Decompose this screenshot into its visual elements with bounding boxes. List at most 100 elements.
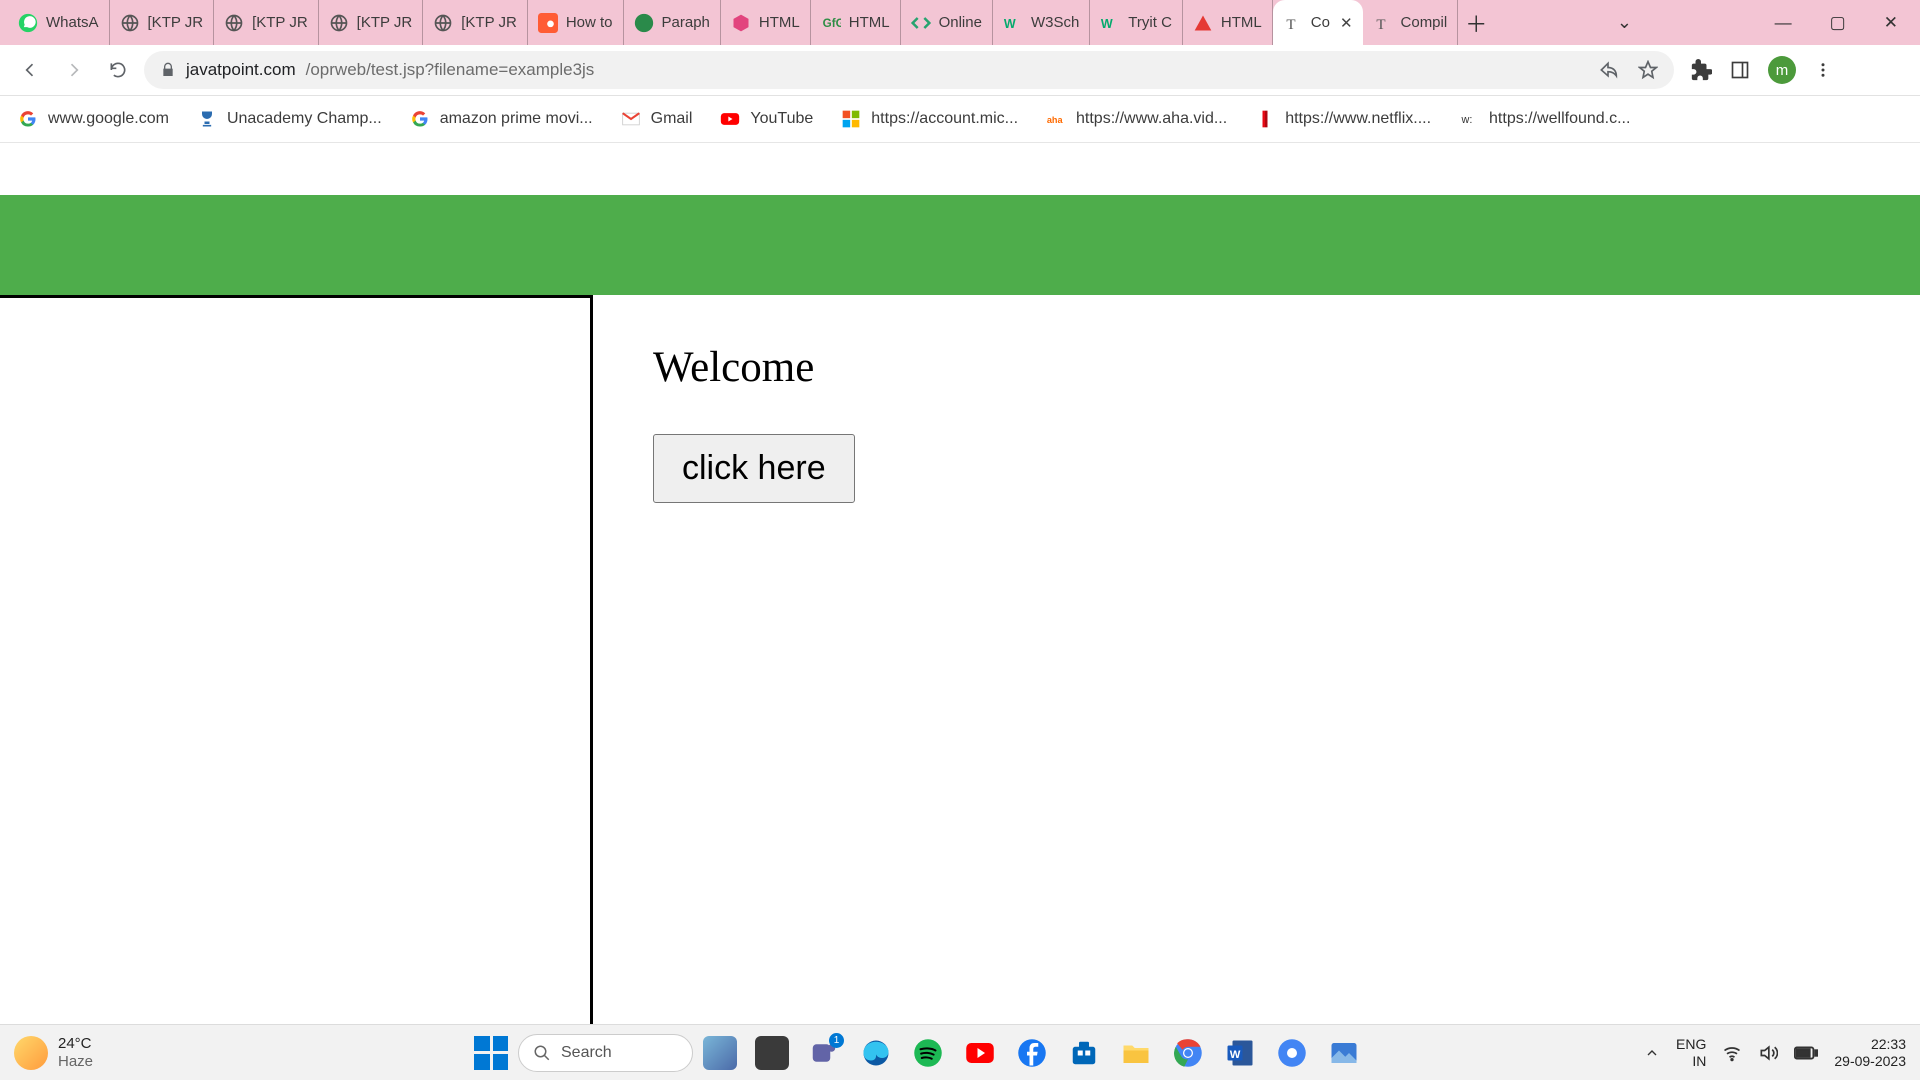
tab-title: Paraph [662, 14, 710, 31]
bookmark-label: https://www.netflix.... [1285, 110, 1431, 128]
tab[interactable]: WW3Sch [993, 0, 1090, 45]
url-domain: javatpoint.com [186, 60, 296, 80]
tab[interactable]: [KTP JR [423, 0, 528, 45]
weather-widget[interactable]: 24°C Haze [14, 1035, 214, 1070]
tab-title: WhatsA [46, 14, 99, 31]
tab[interactable]: Paraph [624, 0, 721, 45]
tray-chevron-icon[interactable] [1644, 1045, 1660, 1061]
bookmark-item[interactable]: amazon prime movi... [410, 109, 593, 129]
click-here-button[interactable]: click here [653, 434, 855, 503]
omnibox[interactable]: javatpoint.com/oprweb/test.jsp?filename=… [144, 51, 1674, 89]
taskbar-facebook-icon[interactable] [1015, 1036, 1049, 1070]
tab[interactable]: HTML [1183, 0, 1273, 45]
tray-volume-icon[interactable] [1758, 1043, 1778, 1063]
taskbar-spotify-icon[interactable] [911, 1036, 945, 1070]
bookmark-label: Unacademy Champ... [227, 110, 382, 128]
tab-title: [KTP JR [252, 14, 308, 31]
svg-text:aha: aha [1047, 115, 1064, 125]
bookmark-item[interactable]: https://www.netflix.... [1255, 109, 1431, 129]
tab[interactable]: Online [901, 0, 993, 45]
tab-favicon: T [1373, 13, 1393, 33]
bookmark-star-icon[interactable] [1638, 60, 1658, 80]
tab-dropdown-icon[interactable]: ⌄ [1617, 0, 1632, 45]
tabstrip: WhatsA[KTP JR[KTP JR[KTP JR[KTP JRHow to… [0, 0, 1920, 45]
share-icon[interactable] [1598, 60, 1618, 80]
taskbar-taskview-icon[interactable] [755, 1036, 789, 1070]
weather-icon [14, 1036, 48, 1070]
close-tab-icon[interactable]: ✕ [1340, 14, 1353, 32]
tab[interactable]: HTML [721, 0, 811, 45]
maximize-icon[interactable]: ▢ [1830, 13, 1846, 33]
bookmark-favicon [197, 109, 217, 129]
bookmark-favicon [621, 109, 641, 129]
kebab-menu-icon[interactable] [1814, 61, 1832, 79]
bookmark-item[interactable]: Gmail [621, 109, 693, 129]
tab-favicon: GfG [821, 13, 841, 33]
lock-icon [160, 62, 176, 78]
tab[interactable]: [KTP JR [214, 0, 319, 45]
tab[interactable]: [KTP JR [319, 0, 424, 45]
taskbar-word-icon[interactable]: W [1223, 1036, 1257, 1070]
sidepanel-icon[interactable] [1730, 60, 1750, 80]
bookmark-label: https://www.aha.vid... [1076, 110, 1227, 128]
bookmarks-bar: www.google.com Unacademy Champ... amazon p… [0, 96, 1920, 143]
taskbar-chrome-icon[interactable] [1171, 1036, 1205, 1070]
bookmark-favicon: aha [1046, 109, 1066, 129]
tab[interactable]: W Tryit C [1090, 0, 1183, 45]
tray-language[interactable]: ENG IN [1676, 1036, 1706, 1070]
editor-pane[interactable] [0, 295, 593, 1024]
page-content: Welcome click here [0, 143, 1920, 1024]
taskbar-teams-icon[interactable]: 1 [807, 1036, 841, 1070]
tab[interactable]: How to [528, 0, 624, 45]
reload-button[interactable] [100, 52, 136, 88]
bookmark-item[interactable]: www.google.com [18, 109, 169, 129]
close-window-icon[interactable]: ✕ [1884, 13, 1898, 33]
bookmark-favicon: w: [1459, 109, 1479, 129]
tab[interactable]: TCompil [1363, 0, 1459, 45]
new-tab-button[interactable]: ＋ [1458, 0, 1494, 45]
bookmark-item[interactable]: Unacademy Champ... [197, 109, 382, 129]
taskbar-store-icon[interactable] [1067, 1036, 1101, 1070]
bookmark-label: https://account.mic... [871, 110, 1018, 128]
tray-wifi-icon[interactable] [1722, 1043, 1742, 1063]
tab-title: Tryit C [1128, 14, 1172, 31]
tray-battery-icon[interactable] [1794, 1045, 1818, 1061]
bookmark-label: https://wellfound.c... [1489, 110, 1630, 128]
page-green-header [0, 195, 1920, 295]
taskbar-explorer-icon[interactable] [1119, 1036, 1153, 1070]
taskbar-photos-icon[interactable] [1327, 1036, 1361, 1070]
svg-text:W: W [1101, 17, 1113, 31]
tab[interactable]: TCo✕ [1273, 0, 1363, 45]
extensions-icon[interactable] [1690, 59, 1712, 81]
avatar[interactable]: m [1768, 56, 1796, 84]
bookmark-label: Gmail [651, 110, 693, 128]
bookmark-favicon [720, 109, 740, 129]
tab[interactable]: GfGHTML [811, 0, 901, 45]
bookmark-item[interactable]: aha https://www.aha.vid... [1046, 109, 1227, 129]
taskbar-copilot-icon[interactable] [703, 1036, 737, 1070]
bookmark-item[interactable]: w: https://wellfound.c... [1459, 109, 1630, 129]
svg-text:T: T [1376, 16, 1385, 32]
svg-text:T: T [1286, 16, 1295, 32]
taskbar-edge-icon[interactable] [859, 1036, 893, 1070]
bookmark-item[interactable]: YouTube [720, 109, 813, 129]
back-button[interactable] [12, 52, 48, 88]
tray-clock[interactable]: 22:33 29-09-2023 [1834, 1036, 1906, 1070]
start-button[interactable] [474, 1036, 508, 1070]
minimize-icon[interactable]: — [1775, 13, 1792, 33]
svg-text:GfG: GfG [822, 17, 840, 30]
taskbar-search[interactable]: Search [518, 1034, 693, 1072]
bookmark-favicon [18, 109, 38, 129]
weather-desc: Haze [58, 1053, 93, 1070]
tab-favicon [329, 13, 349, 33]
tab[interactable]: WhatsA [8, 0, 110, 45]
tab-favicon [433, 13, 453, 33]
taskbar-chrome2-icon[interactable] [1275, 1036, 1309, 1070]
taskbar-youtube-icon[interactable] [963, 1036, 997, 1070]
tab-title: How to [566, 14, 613, 31]
forward-button[interactable] [56, 52, 92, 88]
bookmark-item[interactable]: https://account.mic... [841, 109, 1018, 129]
tab-favicon [1193, 13, 1213, 33]
tab-favicon: W [1100, 13, 1120, 33]
tab[interactable]: [KTP JR [110, 0, 215, 45]
